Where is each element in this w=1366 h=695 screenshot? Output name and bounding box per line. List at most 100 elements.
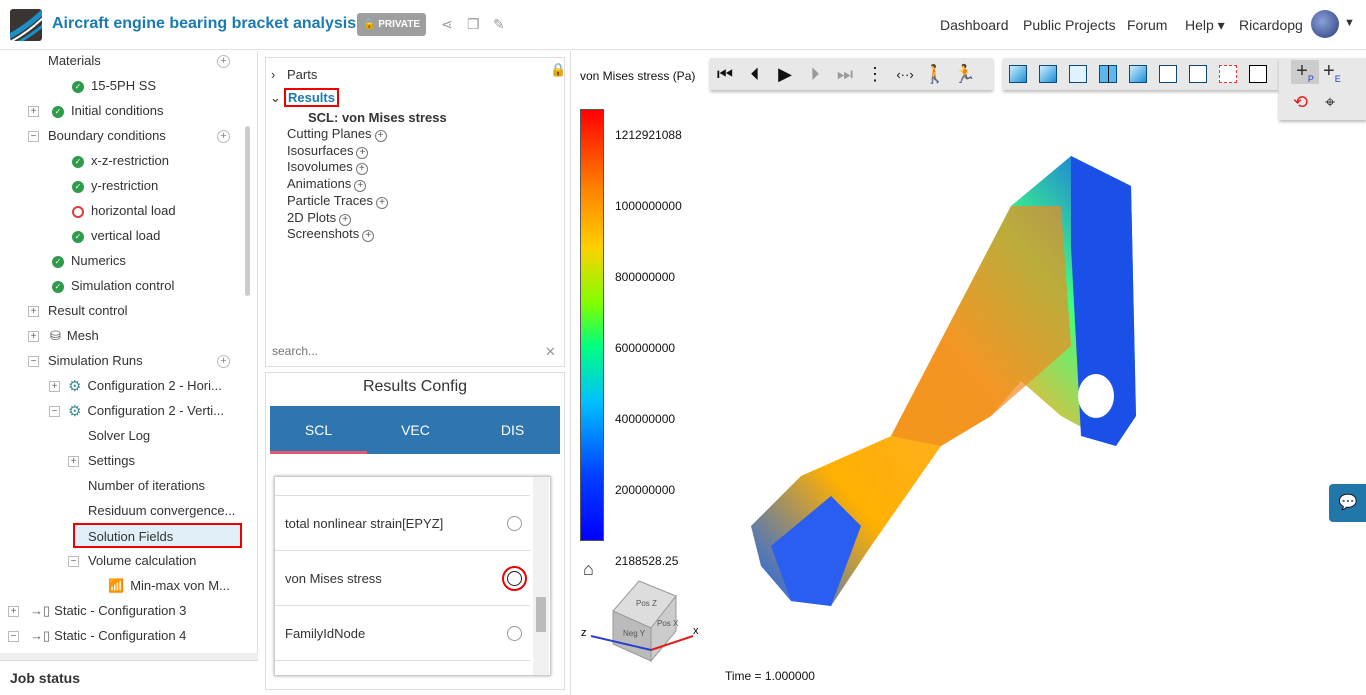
share-icon[interactable]: ⋖	[441, 16, 453, 33]
tree-isovolumes[interactable]: Isovolumes +	[287, 159, 388, 176]
tree-cutting-planes[interactable]: Cutting Planes +	[287, 126, 388, 143]
scrollbar[interactable]	[245, 126, 250, 296]
add-icon[interactable]: +	[217, 355, 230, 368]
tree-material-item[interactable]: ✓ 15-5PH SS	[72, 76, 156, 96]
tree-result-control[interactable]: Result control	[48, 301, 127, 321]
surface-cube-icon[interactable]	[1069, 65, 1087, 83]
grid-cube-icon[interactable]	[1249, 65, 1267, 83]
tree-volume-calculation[interactable]: Volume calculation	[88, 551, 196, 571]
avatar[interactable]	[1311, 10, 1339, 38]
shaded-cube-icon[interactable]	[1129, 65, 1147, 83]
logo[interactable]	[10, 9, 42, 41]
tree-isosurfaces[interactable]: Isosurfaces +	[287, 143, 388, 160]
chat-button[interactable]: 💬	[1329, 484, 1366, 522]
list-item[interactable]: FamilyIdNode	[275, 606, 530, 661]
list-item[interactable]: total nonlinear strain[EPYZ]	[275, 496, 530, 551]
collapse-icon[interactable]: −	[49, 406, 60, 417]
point-probe-icon[interactable]: +P	[1291, 60, 1319, 84]
tree-2d-plots[interactable]: 2D Plots +	[287, 210, 388, 227]
tree-static-config-4[interactable]: →▯ Static - Configuration 4	[30, 626, 186, 646]
tree-residuum[interactable]: Residuum convergence...	[88, 501, 235, 521]
tree-initial-conditions[interactable]: ✓ Initial conditions	[52, 101, 164, 121]
tree-settings[interactable]: Settings	[88, 451, 135, 471]
tree-simulation-control[interactable]: ✓ Simulation control	[52, 276, 174, 296]
tree-particle-traces[interactable]: Particle Traces +	[287, 193, 388, 210]
last-frame-icon[interactable]: ⏭	[830, 64, 860, 85]
orientation-cube[interactable]: Pos Z Pos X Neg Y z x	[581, 576, 701, 666]
tab-scl[interactable]: SCL	[270, 406, 367, 454]
previous-frame-icon[interactable]: ⏴	[740, 64, 770, 85]
bracket-model[interactable]	[741, 146, 1171, 616]
3d-viewer[interactable]: von Mises stress (Pa) 1212921088 10000000…	[570, 51, 1366, 695]
scrollbar[interactable]	[533, 477, 549, 675]
tab-dis[interactable]: DIS	[464, 406, 561, 454]
tree-run-config-2-verti[interactable]: ⚙ Configuration 2 - Verti...	[68, 401, 224, 421]
tree-screenshots[interactable]: Screenshots +	[287, 226, 388, 243]
wireframe-icon[interactable]	[1189, 65, 1207, 83]
add-icon[interactable]: +	[217, 55, 230, 68]
expand-icon[interactable]: +	[28, 331, 39, 342]
lock-icon[interactable]: 🔒	[550, 62, 566, 78]
crosshair-icon[interactable]: ⌖	[1325, 92, 1335, 113]
element-probe-icon[interactable]: +E	[1323, 60, 1341, 84]
tree-numerics[interactable]: ✓ Numerics	[52, 251, 126, 271]
scrollbar-thumb[interactable]	[536, 597, 546, 632]
nav-forum[interactable]: Forum	[1127, 17, 1167, 33]
smooth-cube-icon[interactable]	[1039, 65, 1057, 83]
tab-vec[interactable]: VEC	[367, 406, 464, 454]
expand-horizontal-icon[interactable]: ‹··›	[890, 67, 920, 82]
collapse-icon[interactable]: −	[28, 131, 39, 142]
globe-icon[interactable]	[507, 516, 522, 531]
expand-icon[interactable]: +	[68, 456, 79, 467]
mesh-cube-icon[interactable]	[1099, 65, 1117, 83]
tree-scl-von-mises[interactable]: SCL: von Mises stress	[308, 110, 447, 125]
list-item[interactable]	[275, 477, 530, 496]
globe-icon[interactable]	[502, 566, 527, 591]
list-item[interactable]: von Mises stress	[275, 551, 530, 606]
tree-static-config-3[interactable]: →▯ Static - Configuration 3	[30, 601, 186, 621]
tree-bc-item[interactable]: ✓ vertical load	[72, 226, 160, 246]
expand-icon[interactable]: +	[28, 106, 39, 117]
solid-cube-icon[interactable]	[1009, 65, 1027, 83]
tree-boundary-conditions[interactable]: Boundary conditions	[48, 126, 166, 146]
tree-mesh[interactable]: ⛁ Mesh	[50, 326, 99, 346]
tree-min-max[interactable]: 📶 Min-max von M...	[108, 576, 230, 596]
chevron-down-icon[interactable]: ⌄	[270, 90, 281, 106]
tree-bc-item[interactable]: ✓ y-restriction	[72, 176, 158, 196]
walk-icon[interactable]: 🚶	[920, 64, 950, 85]
copy-icon[interactable]: ❐	[467, 16, 480, 33]
rotate-axes-icon[interactable]: ⟲	[1293, 92, 1308, 113]
expand-icon[interactable]: +	[8, 606, 19, 617]
collapse-icon[interactable]: −	[68, 556, 79, 567]
search-input[interactable]	[272, 344, 542, 358]
tree-animations[interactable]: Animations +	[287, 176, 388, 193]
nav-help[interactable]: Help ▾	[1185, 17, 1225, 34]
first-frame-icon[interactable]: ⏮	[710, 64, 740, 85]
points-cube-icon[interactable]	[1219, 65, 1237, 83]
tree-number-of-iterations[interactable]: Number of iterations	[88, 476, 205, 496]
collapse-icon[interactable]: −	[28, 356, 39, 367]
play-icon[interactable]: ▶	[770, 64, 800, 85]
tree-bc-item[interactable]: ✓ x-z-restriction	[72, 151, 169, 171]
expand-icon[interactable]: +	[49, 381, 60, 392]
more-icon[interactable]: ⋮	[860, 64, 890, 85]
tree-simulation-runs[interactable]: Simulation Runs	[48, 351, 143, 371]
edit-icon[interactable]: ✎	[493, 16, 505, 33]
expand-icon[interactable]: +	[28, 306, 39, 317]
next-frame-icon[interactable]: ⏵	[800, 64, 830, 85]
nav-dashboard[interactable]: Dashboard	[940, 17, 1009, 33]
resize-handle[interactable]	[0, 653, 258, 660]
tree-parts[interactable]: Parts	[287, 67, 317, 82]
tree-run-config-2-hori[interactable]: ⚙ Configuration 2 - Hori...	[68, 376, 222, 396]
chevron-right-icon[interactable]: ›	[271, 67, 275, 82]
user-name[interactable]: Ricardopg	[1239, 17, 1303, 33]
tree-bc-item[interactable]: horizontal load	[72, 201, 176, 221]
run-icon[interactable]: 🏃	[950, 64, 980, 85]
chevron-down-icon[interactable]: ▼	[1344, 17, 1355, 29]
tree-materials[interactable]: Materials	[48, 51, 101, 71]
job-status[interactable]: Job status	[0, 660, 258, 695]
tree-solution-fields[interactable]: Solution Fields	[73, 523, 242, 548]
clear-icon[interactable]: ✕	[545, 344, 556, 360]
collapse-icon[interactable]: −	[8, 631, 19, 642]
tree-results[interactable]: Results	[284, 88, 339, 107]
